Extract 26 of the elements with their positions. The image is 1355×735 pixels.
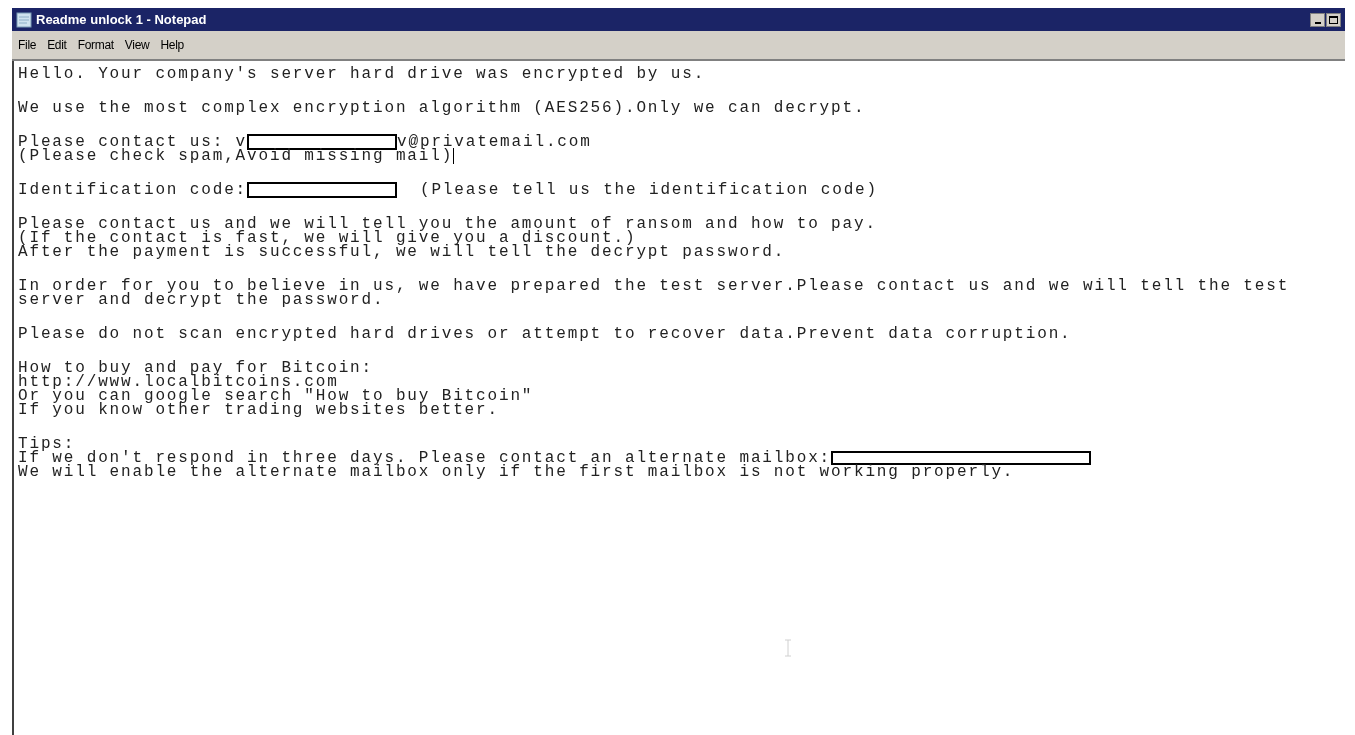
text-line: Identification code: [18, 183, 248, 197]
text-line: Please do not scan encrypted hard drives or attempt to recover data.Prevent data corruption. [18, 327, 1072, 341]
text-line: After the payment is successful, we will tell the decrypt password. [18, 245, 786, 259]
text-line: If we don't respond in three days. Please contact an alternate mailbox: [18, 451, 832, 465]
text-line: Or you can google search "How to buy Bitcoin" [18, 389, 534, 403]
text-line: We use the most complex encryption algorithm (AES256).Only we can decrypt. [18, 101, 866, 115]
text-line: http://www.localbitcoins.com [18, 375, 339, 389]
menu-item[interactable]: Format [77, 36, 114, 54]
text-line: (Please tell us the identification code) [418, 183, 878, 197]
text-line: Tips: [18, 437, 76, 451]
window-title: Readme unlock 1 - Notepad [36, 10, 207, 29]
text-line: Hello. Your company's server hard drive was encrypted by us. [18, 67, 706, 81]
text-line: We will enable the alternate mailbox only if the first mailbox is not working properly. [18, 465, 1015, 479]
text-line: (Please check spam,Avoid missing mail) [18, 149, 454, 163]
text-line: v@privatemail.com [397, 135, 592, 149]
menu-item[interactable]: Help [160, 36, 184, 54]
text-line: Please contact us and we will tell you the amount of ransom and how to pay. [18, 217, 877, 231]
menu-item[interactable]: Edit [47, 36, 67, 54]
text-line: If you know other trading websites better. [18, 403, 499, 417]
text-line: In order for you to believe in us, we have prepared the test server.Please contact us and we will tell the test [18, 279, 1290, 293]
text-line: Please contact us: v [18, 135, 248, 149]
text-line: (If the contact is fast, we will give you a discount.) [18, 231, 637, 245]
menu-item[interactable]: File [18, 36, 37, 54]
text-line: server and decrypt the password. [18, 293, 385, 307]
menu-item[interactable]: View [124, 36, 150, 54]
text-line: How to buy and pay for Bitcoin: [18, 361, 373, 375]
